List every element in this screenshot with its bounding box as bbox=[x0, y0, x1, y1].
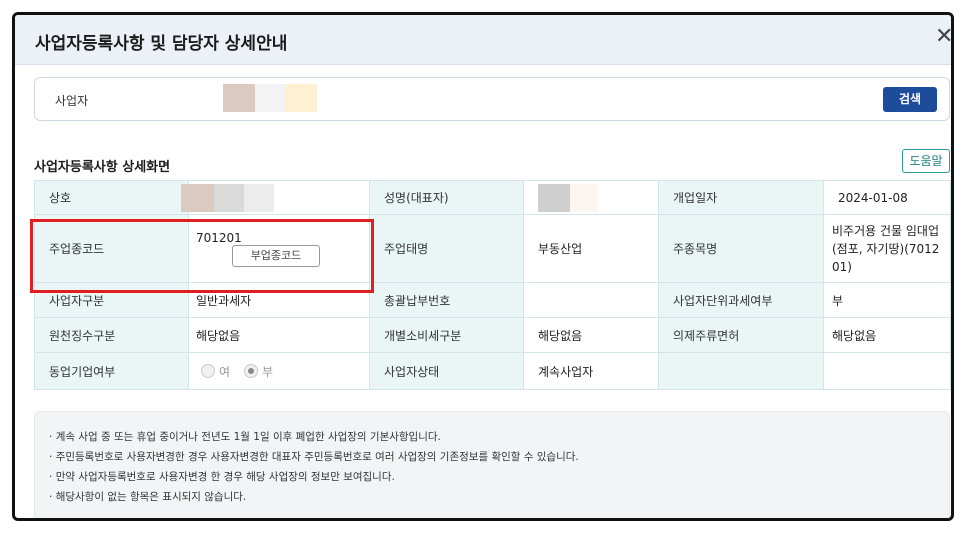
notice-item: · 해당사항이 없는 항목은 표시되지 않습니다. bbox=[49, 491, 247, 503]
table-row: 동업기업여부 여부 사업자상태 계속사업자 bbox=[34, 352, 951, 390]
table-row: 사업자구분 일반과세자 총괄납부번호 사업자단위과세여부 부 bbox=[34, 282, 951, 318]
partnership-no-radio[interactable] bbox=[244, 364, 259, 378]
main-item-label: 주종목명 bbox=[658, 214, 824, 283]
dialog-title: 사업자등록사항 및 담당자 상세안내 bbox=[35, 34, 288, 54]
notice-item: · 계속 사업 중 또는 휴업 중이거나 전년도 1월 1일 이후 폐업한 사업… bbox=[49, 431, 441, 443]
redacted-business-name bbox=[285, 84, 317, 112]
partnership-yes-label: 여 bbox=[219, 364, 231, 379]
redacted-trade-name bbox=[214, 183, 244, 212]
unit-taxation-label: 사업자단위과세여부 bbox=[658, 282, 824, 318]
business-category-value: 일반과세자 bbox=[188, 282, 370, 318]
dialog-header: 사업자등록사항 및 담당자 상세안내 ✕ bbox=[15, 15, 951, 65]
table-row: 주업종코드 701201부업종코드 주업태명 부동산업 주종목명 비주거용 건물… bbox=[34, 214, 951, 283]
redacted-business-name bbox=[255, 84, 285, 112]
table-row: 원천징수구분 해당없음 개별소비세구분 해당없음 의제주류면허 해당없음 bbox=[34, 317, 951, 353]
redacted-trade-name bbox=[244, 183, 274, 212]
main-industry-code-label: 주업종코드 bbox=[34, 214, 189, 283]
partnership-label: 동업기업여부 bbox=[34, 352, 189, 390]
dialog: 사업자등록사항 및 담당자 상세안내 ✕ 사업자 검색 사업자등록사항 상세화면… bbox=[12, 12, 954, 521]
liquor-license-label: 의제주류면허 bbox=[658, 317, 824, 353]
partnership-options: 여부 bbox=[188, 352, 370, 390]
redacted-trade-name bbox=[181, 183, 214, 212]
redacted-representative bbox=[538, 183, 570, 212]
business-status-value: 계속사업자 bbox=[523, 352, 659, 390]
main-item-value: 비주거용 건물 임대업(점포, 자기땅)(701201) bbox=[823, 214, 951, 283]
excise-tax-value: 해당없음 bbox=[523, 317, 659, 353]
search-panel: 사업자 검색 bbox=[34, 77, 950, 121]
liquor-license-value: 해당없음 bbox=[823, 317, 951, 353]
business-info-table: 상호 성명(대표자) 개업일자 2024-01-08 주업종코드 701201부… bbox=[34, 180, 951, 390]
section-title: 사업자등록사항 상세화면 bbox=[34, 160, 171, 175]
consolidated-payment-value bbox=[523, 282, 659, 318]
trade-name-label: 상호 bbox=[34, 180, 189, 215]
opening-date-value: 2024-01-08 bbox=[823, 180, 951, 215]
business-label: 사업자 bbox=[55, 94, 89, 108]
business-status-label: 사업자상태 bbox=[369, 352, 524, 390]
close-icon[interactable]: ✕ bbox=[935, 24, 951, 50]
sub-industry-code-button[interactable]: 부업종코드 bbox=[232, 244, 320, 267]
notice-item: · 주민등록번호로 사용자변경한 경우 사용자변경한 대표자 주민등록번호로 여… bbox=[49, 451, 579, 463]
partnership-yes-radio[interactable] bbox=[201, 364, 215, 378]
unit-taxation-value: 부 bbox=[823, 282, 951, 318]
withholding-label: 원천징수구분 bbox=[34, 317, 189, 353]
main-business-type-value: 부동산업 bbox=[523, 214, 659, 283]
redacted-business-name bbox=[223, 84, 255, 112]
notice-item: · 만약 사업자등록번호로 사용자변경 한 경우 해당 사업장의 정보만 보여집… bbox=[49, 471, 395, 483]
notice-panel: · 계속 사업 중 또는 휴업 중이거나 전년도 1월 1일 이후 폐업한 사업… bbox=[34, 411, 950, 518]
representative-label: 성명(대표자) bbox=[369, 180, 524, 215]
empty-label-cell bbox=[658, 352, 824, 390]
opening-date-label: 개업일자 bbox=[658, 180, 824, 215]
consolidated-payment-label: 총괄납부번호 bbox=[369, 282, 524, 318]
help-button[interactable]: 도움말 bbox=[902, 149, 950, 173]
main-industry-code-value: 701201 bbox=[196, 230, 242, 245]
main-business-type-label: 주업태명 bbox=[369, 214, 524, 283]
partnership-no-label: 부 bbox=[262, 364, 274, 379]
main-industry-code-cell: 701201부업종코드 bbox=[188, 214, 370, 283]
table-row: 상호 성명(대표자) 개업일자 2024-01-08 bbox=[34, 180, 951, 215]
business-category-label: 사업자구분 bbox=[34, 282, 189, 318]
excise-tax-label: 개별소비세구분 bbox=[369, 317, 524, 353]
withholding-value: 해당없음 bbox=[188, 317, 370, 353]
empty-value-cell bbox=[823, 352, 951, 390]
representative-value bbox=[523, 180, 659, 215]
trade-name-value bbox=[181, 180, 370, 215]
search-button[interactable]: 검색 bbox=[883, 87, 937, 112]
redacted-representative bbox=[570, 183, 598, 212]
